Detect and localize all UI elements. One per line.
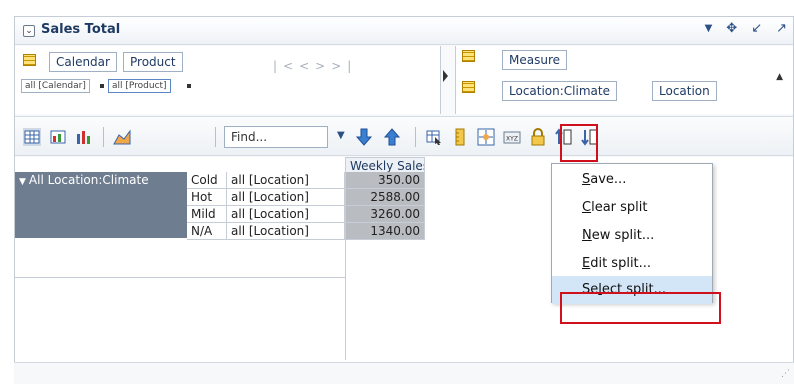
split-icon-highlight bbox=[560, 124, 598, 162]
svg-text:XYZ: XYZ bbox=[506, 136, 518, 143]
dropdown-icon[interactable]: ▼ bbox=[705, 23, 713, 36]
minimize-icon[interactable]: ↙ bbox=[751, 21, 762, 36]
select-split-highlight bbox=[560, 292, 721, 324]
toolbar-separator bbox=[415, 127, 416, 147]
climate-cell[interactable]: N/A bbox=[187, 223, 227, 240]
column-dimension-area: Measure Location:Climate Location ▲ bbox=[455, 46, 793, 114]
panel-title: Sales Total bbox=[41, 22, 121, 37]
bar-chart-icon[interactable] bbox=[75, 128, 93, 146]
grid-divider bbox=[345, 240, 346, 360]
location-cell[interactable]: all [Location] bbox=[227, 189, 345, 206]
calendar-dim-button[interactable]: Calendar bbox=[49, 52, 117, 72]
toolbar-separator bbox=[215, 127, 216, 147]
climate-cell[interactable]: Hot bbox=[187, 189, 227, 206]
calendar-filter[interactable]: all [Calendar] bbox=[21, 79, 90, 93]
location-cell[interactable]: all [Location] bbox=[227, 206, 345, 223]
grid-icon bbox=[23, 54, 36, 66]
filter-dot bbox=[187, 84, 191, 88]
table-view-icon[interactable] bbox=[23, 128, 41, 146]
find-previous-icon[interactable] bbox=[383, 128, 401, 146]
toolbar-separator bbox=[103, 127, 104, 147]
menu-item-new-split[interactable]: New split... bbox=[552, 222, 712, 250]
grid-divider bbox=[15, 277, 345, 278]
row-header-label: All Location:Climate bbox=[28, 173, 149, 187]
split-context-menu: Save... Clear split New split... Edit sp… bbox=[551, 163, 713, 304]
split-icon[interactable] bbox=[477, 128, 495, 146]
move-icon[interactable]: ✥ bbox=[726, 21, 737, 36]
menu-item-save[interactable]: Save... bbox=[552, 166, 712, 194]
location-cell[interactable]: all [Location] bbox=[227, 172, 345, 189]
nav-arrows[interactable]: |<<>>| bbox=[273, 59, 357, 73]
layout-area: Calendar Product |<<>>| all [Calendar] a… bbox=[15, 46, 793, 114]
find-next-icon[interactable] bbox=[355, 128, 373, 146]
product-dim-button[interactable]: Product bbox=[123, 52, 183, 72]
chart-table-icon[interactable] bbox=[49, 128, 67, 146]
grid-icon bbox=[462, 50, 475, 62]
ruler-icon[interactable] bbox=[451, 128, 469, 146]
filter-dot bbox=[100, 84, 104, 88]
expand-icon[interactable]: ▼ bbox=[19, 177, 26, 187]
menu-item-clear-split[interactable]: Clear split bbox=[552, 194, 712, 222]
lock-icon[interactable] bbox=[529, 128, 547, 146]
toolbar: Find... ▼ XYZ bbox=[15, 116, 793, 156]
value-cell[interactable]: 350.00 bbox=[345, 172, 425, 189]
row-header-root[interactable]: ▼ All Location:Climate bbox=[15, 172, 187, 189]
maximize-icon[interactable]: ↗ bbox=[776, 21, 787, 36]
title-bar: ⌄ Sales Total ▼ ✥ ↙ ↗ bbox=[15, 17, 793, 45]
splitter-arrow-icon[interactable] bbox=[443, 70, 448, 82]
measure-dim-button[interactable]: Measure bbox=[502, 50, 567, 70]
resize-grip-icon[interactable]: ⋰ bbox=[781, 369, 790, 379]
value-cell[interactable]: 2588.00 bbox=[345, 189, 425, 206]
app-frame: ⌄ Sales Total ▼ ✥ ↙ ↗ Calendar Product |… bbox=[0, 0, 794, 392]
collapse-icon[interactable]: ⌄ bbox=[23, 25, 35, 37]
select-cells-icon[interactable] bbox=[425, 128, 443, 146]
xyz-icon[interactable]: XYZ bbox=[503, 128, 521, 146]
location-cell[interactable]: all [Location] bbox=[227, 223, 345, 240]
title-tools: ▼ ✥ ↙ ↗ bbox=[705, 21, 787, 36]
collapse-up-icon[interactable]: ▲ bbox=[776, 72, 783, 82]
find-dropdown-icon[interactable]: ▼ bbox=[337, 130, 345, 141]
menu-item-edit-split[interactable]: Edit split... bbox=[552, 250, 712, 278]
value-cell[interactable]: 3260.00 bbox=[345, 206, 425, 223]
value-cell[interactable]: 1340.00 bbox=[345, 223, 425, 240]
location-climate-dim-button[interactable]: Location:Climate bbox=[502, 81, 617, 101]
climate-cell[interactable]: Cold bbox=[187, 172, 227, 189]
area-chart-icon[interactable] bbox=[113, 128, 131, 146]
find-input[interactable]: Find... bbox=[224, 126, 328, 148]
climate-cell[interactable]: Mild bbox=[187, 206, 227, 223]
product-filter[interactable]: all [Product] bbox=[108, 79, 171, 93]
location-dim-button[interactable]: Location bbox=[652, 81, 717, 101]
row-dimension-area: Calendar Product |<<>>| all [Calendar] a… bbox=[15, 46, 441, 114]
grid-icon bbox=[462, 81, 475, 93]
status-bar: ⋰ bbox=[14, 362, 794, 384]
